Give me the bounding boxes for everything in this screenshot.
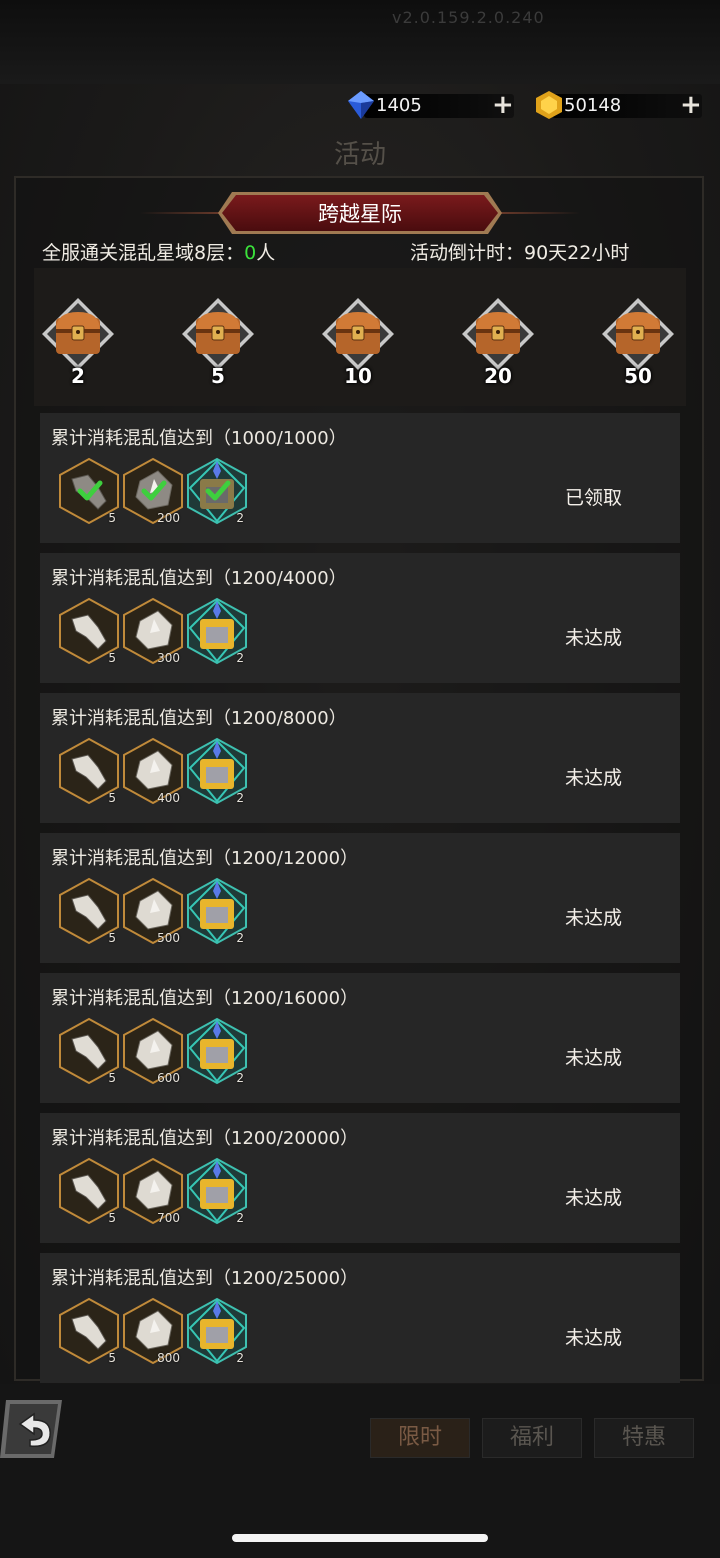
task-status[interactable]: 未达成 <box>565 763 622 790</box>
milestone-count: 5 <box>211 364 225 388</box>
task-status[interactable]: 未达成 <box>565 623 622 650</box>
task-status[interactable]: 未达成 <box>565 1323 622 1350</box>
reward-count: 5 <box>108 1351 116 1365</box>
crystal-reward-icon[interactable]: 300 <box>122 597 184 665</box>
reward-count: 5 <box>108 1211 116 1225</box>
reward-count: 500 <box>157 931 180 945</box>
crystal-reward-icon[interactable]: 400 <box>122 737 184 805</box>
add-gold-button[interactable]: + <box>680 92 702 118</box>
tab-limited[interactable]: 限时 <box>370 1418 470 1458</box>
reward-count: 2 <box>236 791 244 805</box>
treasure-chest-icon[interactable] <box>320 296 396 372</box>
reward-count: 800 <box>157 1351 180 1365</box>
reward-count: 5 <box>108 931 116 945</box>
reward-count: 700 <box>157 1211 180 1225</box>
task-status: 已领取 <box>565 487 623 509</box>
back-arrow-icon[interactable] <box>0 1396 66 1462</box>
event-name: 跨越星际 <box>318 202 402 226</box>
task-requirement: 累计消耗混乱值达到（1200/8000） <box>51 708 347 729</box>
treasure-chest-icon[interactable] <box>600 296 676 372</box>
reward-count: 5 <box>108 511 116 525</box>
reward-count: 5 <box>108 651 116 665</box>
shard-reward-icon[interactable]: 5 <box>58 877 120 945</box>
task-card: 累计消耗混乱值达到（1200/25000） 5 800 2 未达成 <box>40 1253 680 1383</box>
milestone-count: 10 <box>344 364 372 388</box>
event-countdown: 活动倒计时：90天22小时 <box>410 242 630 264</box>
task-card: 累计消耗混乱值达到（1000/1000） 5 200 2 已领取 <box>40 413 680 543</box>
reward-count: 200 <box>157 511 180 525</box>
version-text: v2.0.159.2.0.240 <box>392 8 545 27</box>
add-diamond-button[interactable]: + <box>492 92 514 118</box>
tab-welfare[interactable]: 福利 <box>482 1418 582 1458</box>
task-requirement: 累计消耗混乱值达到（1200/4000） <box>51 568 347 589</box>
diamond-value: 1405 <box>376 95 422 116</box>
milestone-count: 50 <box>624 364 652 388</box>
shard-reward-icon[interactable]: 5 <box>58 1017 120 1085</box>
treasure-chest-icon[interactable] <box>40 296 116 372</box>
task-card: 累计消耗混乱值达到（1200/4000） 5 300 2 未达成 <box>40 553 680 683</box>
task-requirement: 累计消耗混乱值达到（1200/16000） <box>51 988 359 1009</box>
reward-count: 300 <box>157 651 180 665</box>
shard-reward-icon[interactable]: 5 <box>58 1157 120 1225</box>
reward-count: 2 <box>236 1071 244 1085</box>
task-card: 累计消耗混乱值达到（1200/12000） 5 500 2 未达成 <box>40 833 680 963</box>
gold-gem-icon <box>536 91 562 119</box>
gold-chest-reward-icon[interactable]: 2 <box>186 737 248 805</box>
bottom-bar <box>0 1384 720 1558</box>
status-area: v2.0.159.2.0.240 <box>0 0 720 84</box>
task-card: 累计消耗混乱值达到（1200/20000） 5 700 2 未达成 <box>40 1113 680 1243</box>
shard-reward-icon[interactable]: 5 <box>58 457 120 525</box>
shard-reward-icon[interactable]: 5 <box>58 737 120 805</box>
gold-chest-reward-icon[interactable]: 2 <box>186 597 248 665</box>
gold-value: 50148 <box>564 95 622 116</box>
reward-count: 2 <box>236 1211 244 1225</box>
page-title: 活动 <box>333 140 386 170</box>
treasure-chest-icon[interactable] <box>180 296 256 372</box>
task-status[interactable]: 未达成 <box>565 1043 622 1070</box>
task-requirement: 累计消耗混乱值达到（1000/1000） <box>51 428 347 449</box>
reward-count: 5 <box>108 1071 116 1085</box>
reward-count: 2 <box>236 511 244 525</box>
reward-count: 400 <box>157 791 180 805</box>
tab-special-offer[interactable]: 特惠 <box>594 1418 694 1458</box>
crystal-reward-icon[interactable]: 800 <box>122 1297 184 1365</box>
task-card: 累计消耗混乱值达到（1200/16000） 5 600 2 未达成 <box>40 973 680 1103</box>
diamond-counter: 1405 + <box>346 90 520 120</box>
gold-counter: 50148 + <box>534 90 710 120</box>
crystal-reward-icon[interactable]: 700 <box>122 1157 184 1225</box>
shard-reward-icon[interactable]: 5 <box>58 1297 120 1365</box>
gold-chest-reward-icon[interactable]: 2 <box>186 457 248 525</box>
gold-chest-reward-icon[interactable]: 2 <box>186 877 248 945</box>
milestone-count: 2 <box>71 364 85 388</box>
server-clear-stat: 全服通关混乱星域8层：0人 <box>42 242 276 264</box>
reward-count: 2 <box>236 931 244 945</box>
task-status[interactable]: 未达成 <box>565 1183 622 1210</box>
crystal-reward-icon[interactable]: 500 <box>122 877 184 945</box>
task-requirement: 累计消耗混乱值达到（1200/12000） <box>51 848 359 869</box>
reward-count: 2 <box>236 1351 244 1365</box>
gold-chest-reward-icon[interactable]: 2 <box>186 1297 248 1365</box>
task-card: 累计消耗混乱值达到（1200/8000） 5 400 2 未达成 <box>40 693 680 823</box>
reward-count: 5 <box>108 791 116 805</box>
crystal-reward-icon[interactable]: 200 <box>122 457 184 525</box>
blue-diamond-icon <box>348 91 374 119</box>
task-requirement: 累计消耗混乱值达到（1200/25000） <box>51 1268 359 1289</box>
gold-chest-reward-icon[interactable]: 2 <box>186 1157 248 1225</box>
gold-chest-reward-icon[interactable]: 2 <box>186 1017 248 1085</box>
reward-count: 2 <box>236 651 244 665</box>
reward-count: 600 <box>157 1071 180 1085</box>
clear-count: 0 <box>244 242 257 264</box>
milestone-count: 20 <box>484 364 512 388</box>
shard-reward-icon[interactable]: 5 <box>58 597 120 665</box>
home-indicator[interactable] <box>232 1534 488 1542</box>
crystal-reward-icon[interactable]: 600 <box>122 1017 184 1085</box>
task-status[interactable]: 未达成 <box>565 903 622 930</box>
task-requirement: 累计消耗混乱值达到（1200/20000） <box>51 1128 359 1149</box>
treasure-chest-icon[interactable] <box>460 296 536 372</box>
